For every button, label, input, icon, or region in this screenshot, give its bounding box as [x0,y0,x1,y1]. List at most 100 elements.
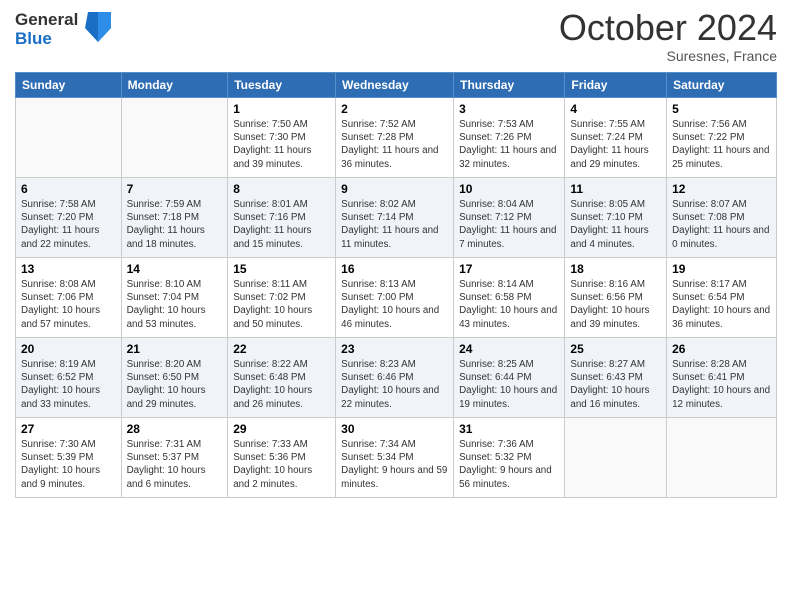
location-subtitle: Suresnes, France [559,48,777,64]
calendar-cell [565,418,667,498]
calendar-cell: 9 Sunrise: 8:02 AMSunset: 7:14 PMDaylight… [336,178,454,258]
day-info: Sunrise: 8:04 AMSunset: 7:12 PMDaylight:… [459,198,559,251]
day-info: Sunrise: 8:01 AMSunset: 7:16 PMDaylight:… [233,198,330,251]
calendar-cell: 23 Sunrise: 8:23 AMSunset: 6:46 PMDayligh… [336,338,454,418]
day-number: 20 [21,342,116,356]
calendar-cell: 24Sunrise: 8:25 AMSunset: 6:44 PMDayligh… [454,338,565,418]
logo: General Blue [15,10,113,49]
day-number: 8 [233,182,330,196]
calendar-cell: 15 Sunrise: 8:11 AMSunset: 7:02 PMDayligh… [228,258,336,338]
weekday-header-friday: Friday [565,73,667,98]
weekday-header-thursday: Thursday [454,73,565,98]
calendar-week-row: 6Sunrise: 7:58 AMSunset: 7:20 PMDaylight… [16,178,777,258]
weekday-header-sunday: Sunday [16,73,122,98]
day-info: Sunrise: 8:10 AMSunset: 7:04 PMDaylight:… [127,278,223,331]
calendar-cell: 2 Sunrise: 7:52 AMSunset: 7:28 PMDaylight… [336,98,454,178]
calendar-cell: 12 Sunrise: 8:07 AMSunset: 7:08 PMDayligh… [667,178,777,258]
day-number: 16 [341,262,448,276]
month-title: October 2024 [559,10,777,46]
day-info: Sunrise: 8:27 AMSunset: 6:43 PMDaylight:… [570,358,661,411]
calendar-cell: 18Sunrise: 8:16 AMSunset: 6:56 PMDayligh… [565,258,667,338]
day-number: 17 [459,262,559,276]
day-info: Sunrise: 8:23 AMSunset: 6:46 PMDaylight:… [341,358,448,411]
calendar-cell [16,98,122,178]
calendar-body: 1Sunrise: 7:50 AMSunset: 7:30 PMDaylight… [16,98,777,498]
weekday-header-wednesday: Wednesday [336,73,454,98]
logo-general-text: General [15,11,78,30]
day-info: Sunrise: 7:33 AMSunset: 5:36 PMDaylight:… [233,438,330,491]
day-info: Sunrise: 7:53 AMSunset: 7:26 PMDaylight:… [459,118,559,171]
day-number: 26 [672,342,771,356]
day-number: 9 [341,182,448,196]
calendar-cell: 17Sunrise: 8:14 AMSunset: 6:58 PMDayligh… [454,258,565,338]
day-info: Sunrise: 7:50 AMSunset: 7:30 PMDaylight:… [233,118,330,171]
calendar-week-row: 1Sunrise: 7:50 AMSunset: 7:30 PMDaylight… [16,98,777,178]
calendar-cell: 14 Sunrise: 8:10 AMSunset: 7:04 PMDayligh… [121,258,228,338]
day-number: 27 [21,422,116,436]
calendar-week-row: 20 Sunrise: 8:19 AMSunset: 6:52 PMDayligh… [16,338,777,418]
day-number: 11 [570,182,661,196]
day-info: Sunrise: 7:34 AMSunset: 5:34 PMDaylight:… [341,438,448,491]
calendar-cell: 13Sunrise: 8:08 AMSunset: 7:06 PMDayligh… [16,258,122,338]
calendar-cell: 22 Sunrise: 8:22 AMSunset: 6:48 PMDayligh… [228,338,336,418]
day-info: Sunrise: 8:11 AMSunset: 7:02 PMDaylight:… [233,278,330,331]
day-number: 12 [672,182,771,196]
day-info: Sunrise: 7:52 AMSunset: 7:28 PMDaylight:… [341,118,448,171]
day-info: Sunrise: 8:22 AMSunset: 6:48 PMDaylight:… [233,358,330,411]
day-number: 6 [21,182,116,196]
day-info: Sunrise: 7:55 AMSunset: 7:24 PMDaylight:… [570,118,661,171]
day-number: 14 [127,262,223,276]
day-info: Sunrise: 8:28 AMSunset: 6:41 PMDaylight:… [672,358,771,411]
day-info: Sunrise: 7:31 AMSunset: 5:37 PMDaylight:… [127,438,223,491]
calendar-cell: 5Sunrise: 7:56 AMSunset: 7:22 PMDaylight… [667,98,777,178]
day-number: 15 [233,262,330,276]
title-block: October 2024 Suresnes, France [559,10,777,64]
calendar-cell: 26 Sunrise: 8:28 AMSunset: 6:41 PMDayligh… [667,338,777,418]
header: General Blue October 2024 Suresnes, Fran… [15,10,777,64]
day-number: 7 [127,182,223,196]
weekday-header-saturday: Saturday [667,73,777,98]
logo-blue-text: Blue [15,30,78,49]
calendar-week-row: 13Sunrise: 8:08 AMSunset: 7:06 PMDayligh… [16,258,777,338]
calendar-cell: 30 Sunrise: 7:34 AMSunset: 5:34 PMDayligh… [336,418,454,498]
calendar-cell: 29Sunrise: 7:33 AMSunset: 5:36 PMDayligh… [228,418,336,498]
day-info: Sunrise: 8:13 AMSunset: 7:00 PMDaylight:… [341,278,448,331]
day-info: Sunrise: 8:19 AMSunset: 6:52 PMDaylight:… [21,358,116,411]
day-number: 24 [459,342,559,356]
day-number: 18 [570,262,661,276]
day-number: 13 [21,262,116,276]
day-info: Sunrise: 7:56 AMSunset: 7:22 PMDaylight:… [672,118,771,171]
calendar-cell [667,418,777,498]
calendar-cell: 28Sunrise: 7:31 AMSunset: 5:37 PMDayligh… [121,418,228,498]
day-number: 2 [341,102,448,116]
calendar-header: SundayMondayTuesdayWednesdayThursdayFrid… [16,73,777,98]
day-info: Sunrise: 8:05 AMSunset: 7:10 PMDaylight:… [570,198,661,251]
calendar-cell: 1Sunrise: 7:50 AMSunset: 7:30 PMDaylight… [228,98,336,178]
day-info: Sunrise: 8:02 AMSunset: 7:14 PMDaylight:… [341,198,448,251]
calendar-cell: 20 Sunrise: 8:19 AMSunset: 6:52 PMDayligh… [16,338,122,418]
calendar-cell: 21Sunrise: 8:20 AMSunset: 6:50 PMDayligh… [121,338,228,418]
day-number: 25 [570,342,661,356]
calendar-page: General Blue October 2024 Suresnes, Fran… [0,0,792,513]
calendar-cell [121,98,228,178]
day-info: Sunrise: 7:30 AMSunset: 5:39 PMDaylight:… [21,438,116,491]
logo-icon [83,10,113,49]
day-number: 22 [233,342,330,356]
calendar-cell: 4 Sunrise: 7:55 AMSunset: 7:24 PMDaylight… [565,98,667,178]
weekday-header-tuesday: Tuesday [228,73,336,98]
calendar-cell: 10Sunrise: 8:04 AMSunset: 7:12 PMDayligh… [454,178,565,258]
calendar-cell: 3 Sunrise: 7:53 AMSunset: 7:26 PMDaylight… [454,98,565,178]
day-number: 4 [570,102,661,116]
day-number: 30 [341,422,448,436]
day-number: 3 [459,102,559,116]
calendar-cell: 25 Sunrise: 8:27 AMSunset: 6:43 PMDayligh… [565,338,667,418]
weekday-header-monday: Monday [121,73,228,98]
day-info: Sunrise: 8:07 AMSunset: 7:08 PMDaylight:… [672,198,771,251]
calendar-cell: 8 Sunrise: 8:01 AMSunset: 7:16 PMDaylight… [228,178,336,258]
day-info: Sunrise: 8:20 AMSunset: 6:50 PMDaylight:… [127,358,223,411]
day-number: 31 [459,422,559,436]
day-number: 19 [672,262,771,276]
calendar-cell: 27 Sunrise: 7:30 AMSunset: 5:39 PMDayligh… [16,418,122,498]
day-number: 23 [341,342,448,356]
calendar-cell: 31Sunrise: 7:36 AMSunset: 5:32 PMDayligh… [454,418,565,498]
